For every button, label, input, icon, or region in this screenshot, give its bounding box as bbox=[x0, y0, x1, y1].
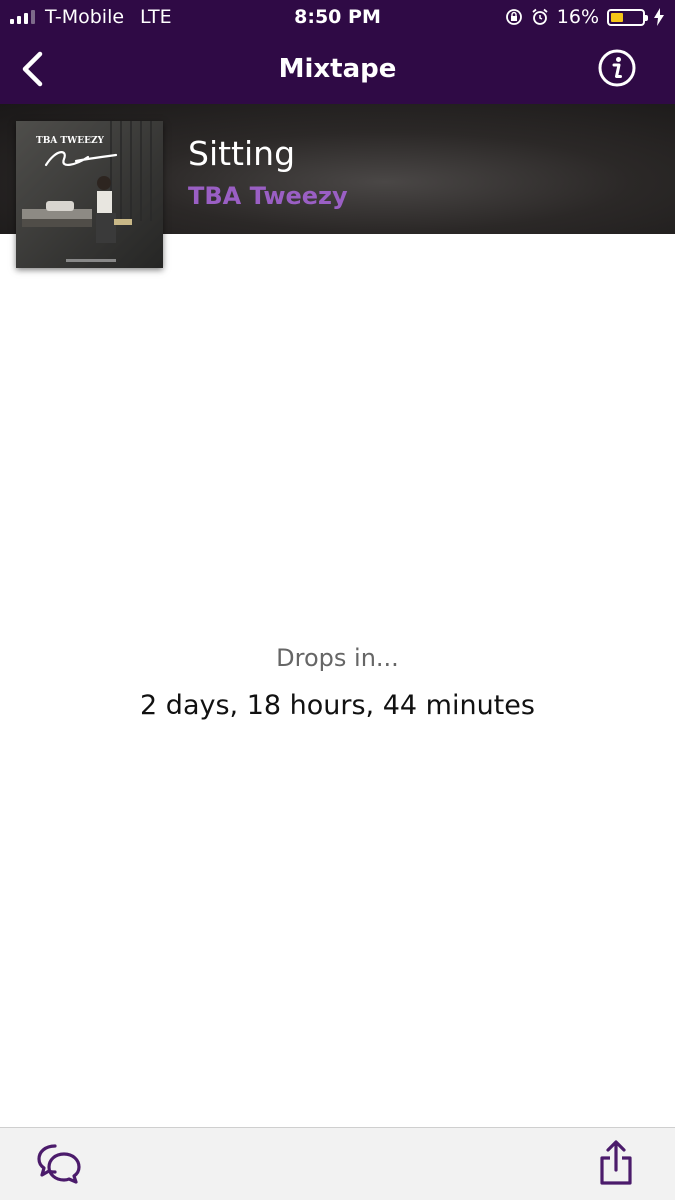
battery-percent: 16% bbox=[556, 6, 599, 28]
navigation-bar: Mixtape bbox=[0, 34, 675, 104]
chat-bubbles-icon[interactable] bbox=[37, 1142, 81, 1186]
cover-artist-text: TBA TWEEZY bbox=[36, 136, 105, 146]
release-title: Sitting bbox=[188, 134, 296, 173]
countdown-label: Drops in... bbox=[276, 644, 399, 672]
charging-icon bbox=[654, 8, 664, 26]
bottom-toolbar bbox=[0, 1127, 675, 1200]
info-icon[interactable] bbox=[597, 48, 637, 88]
orientation-lock-icon bbox=[505, 9, 522, 25]
status-bar: T-Mobile LTE 8:50 PM 16% bbox=[0, 0, 675, 34]
alarm-icon bbox=[532, 8, 548, 25]
album-cover: TBA TWEEZY bbox=[16, 121, 163, 268]
page-title: Mixtape bbox=[278, 54, 397, 84]
share-icon[interactable] bbox=[597, 1140, 635, 1186]
battery-icon bbox=[607, 8, 648, 26]
countdown-value: 2 days, 18 hours, 44 minutes bbox=[140, 690, 535, 721]
artist-link[interactable]: TBA Tweezy bbox=[188, 182, 348, 210]
status-right: 16% bbox=[505, 6, 665, 28]
